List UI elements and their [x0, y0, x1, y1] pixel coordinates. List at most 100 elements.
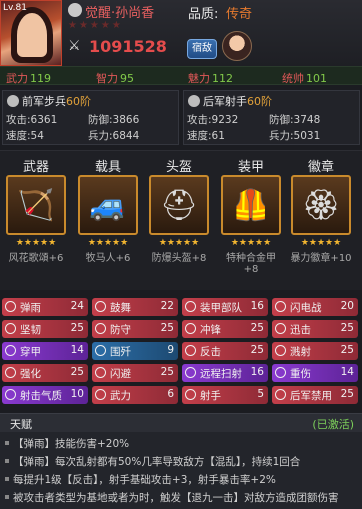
army-rear-panel[interactable]: 后军射手60阶 攻击:9232 防御:3748 速度:61 兵力:5031: [183, 90, 360, 145]
talent-count: 25: [340, 388, 354, 400]
equipment-slot[interactable]: 徽章 🏵 ★★★★★ 暴力徽章+10: [290, 156, 352, 264]
talent-count: 24: [70, 300, 84, 312]
talent-icon: [185, 345, 196, 356]
equipment-stars: ★★★★★: [87, 238, 129, 248]
equipment-stars: ★★★★★: [158, 238, 200, 248]
talent-item[interactable]: 穿甲 14: [2, 342, 88, 360]
talent-item[interactable]: 坚韧 25: [2, 320, 88, 338]
talent-item[interactable]: 防守 25: [92, 320, 178, 338]
equipment-slot-label: 装甲: [237, 160, 264, 175]
army-front-speed: 速度:54: [6, 130, 44, 142]
talent-item[interactable]: 反击 25: [182, 342, 268, 360]
talent-icon: [185, 367, 196, 378]
talent-item[interactable]: 冲锋 25: [182, 320, 268, 338]
equipment-slot-label: 武器: [22, 160, 49, 175]
talent-name: 闪避: [110, 368, 131, 380]
talent-item[interactable]: 迅击 25: [272, 320, 358, 338]
talent-icon: [185, 323, 196, 334]
talent-count: 5: [257, 388, 264, 400]
talent-item[interactable]: 强化 25: [2, 364, 88, 382]
attribute-bar: 武力 119 智力 95 魅力 112 统帅 101: [0, 66, 362, 85]
army-front-panel[interactable]: 前军步兵60阶 攻击:6361 防御:3866 速度:54 兵力:6844: [2, 90, 179, 145]
equipment-stars: ★★★★★: [230, 238, 272, 248]
talent-icon: [95, 323, 106, 334]
tianfu-status: (已激活): [312, 418, 354, 431]
portrait-face: [17, 13, 47, 57]
hero-name: 觉醒·孙尚香: [85, 6, 155, 21]
fate-button[interactable]: 宿敌: [187, 39, 217, 59]
equipment-stars: ★★★★★: [300, 238, 342, 248]
talent-icon: [275, 367, 286, 378]
vehicle-icon[interactable]: 🚙: [78, 175, 138, 235]
helmet-icon[interactable]: ⛑: [149, 175, 209, 235]
bow-icon[interactable]: 🏹: [6, 175, 66, 235]
talent-name: 远程扫射: [200, 368, 242, 380]
talent-item[interactable]: 鼓舞 22: [92, 298, 178, 316]
sword-icon: ⚔: [68, 38, 81, 54]
talent-name: 射击气质: [20, 390, 62, 402]
talent-count: 25: [340, 344, 354, 356]
talent-icon: [5, 367, 16, 378]
talent-item[interactable]: 围歼 9: [92, 342, 178, 360]
army-rear-speed: 速度:61: [187, 130, 225, 142]
talent-item[interactable]: 重伤 14: [272, 364, 358, 382]
talent-name: 穿甲: [20, 346, 41, 358]
talent-item[interactable]: 远程扫射 16: [182, 364, 268, 382]
talent-item[interactable]: 闪电战 20: [272, 298, 358, 316]
talent-name: 反击: [200, 346, 221, 358]
equipment-slot-label: 载具: [94, 160, 121, 175]
talent-item[interactable]: 闪避 25: [92, 364, 178, 382]
talent-name: 强化: [20, 368, 41, 380]
equipment-slot[interactable]: 武器 🏹 ★★★★★ 风花歌頌+6: [5, 156, 67, 264]
army-front-attack: 攻击:6361: [6, 114, 58, 126]
equipment-slot-label: 头盔: [165, 160, 192, 175]
talent-icon: [95, 345, 106, 356]
equipment-slot[interactable]: 装甲 🦺 ★★★★★ 特种合金甲+8: [220, 156, 282, 275]
talent-name: 溅射: [290, 346, 311, 358]
talent-item[interactable]: 溅射 25: [272, 342, 358, 360]
talent-name: 重伤: [290, 368, 311, 380]
quality-label: 品质:: [188, 7, 219, 22]
talent-item[interactable]: 后军禁用 25: [272, 386, 358, 404]
talent-count: 6: [167, 388, 174, 400]
tianfu-line: 被攻击者类型为基地或者为时，触发【退九一击】对敌方造成团额伤害: [5, 490, 339, 505]
armor-icon[interactable]: 🦺: [221, 175, 281, 235]
talent-name: 弹雨: [20, 302, 41, 314]
equipment-name: 暴力徽章+10: [290, 253, 352, 264]
equipment-slot[interactable]: 头盔 ⛑ ★★★★★ 防爆头盔+8: [148, 156, 210, 264]
talent-icon: [275, 345, 286, 356]
talent-item[interactable]: 射击气质 10: [2, 386, 88, 404]
hero-stars: ★★★★★: [68, 20, 123, 31]
talent-icon: [275, 389, 286, 400]
talent-name: 围歼: [110, 346, 131, 358]
talent-icon: [95, 389, 106, 400]
companion-avatar[interactable]: [222, 31, 252, 61]
equipment-slot[interactable]: 载具 🚙 ★★★★★ 牧马人+6: [77, 156, 139, 264]
quality-value: 传奇: [226, 7, 253, 22]
talent-item[interactable]: 射手 5: [182, 386, 268, 404]
hero-portrait[interactable]: Lv.81: [0, 0, 62, 66]
talent-item[interactable]: 弹雨 24: [2, 298, 88, 316]
talent-count: 25: [160, 366, 174, 378]
hero-header: Lv.81 觉醒·孙尚香 ★★★★★ ⚔ 1091528 品质: 传奇 宿敌: [0, 0, 362, 66]
talent-item[interactable]: 武力 6: [92, 386, 178, 404]
talent-icon: [275, 323, 286, 334]
talent-count: 25: [250, 322, 264, 334]
talent-count: 16: [250, 300, 264, 312]
badge-icon[interactable]: 🏵: [291, 175, 351, 235]
equipment-slot-label: 徽章: [307, 160, 334, 175]
combat-power: 1091528: [89, 37, 167, 56]
archer-icon: [188, 95, 200, 107]
talent-name: 防守: [110, 324, 131, 336]
talent-item[interactable]: 装甲部队 16: [182, 298, 268, 316]
infantry-icon: [7, 95, 19, 107]
army-front-title: 前军步兵60阶: [7, 93, 91, 109]
talent-name: 迅击: [290, 324, 311, 336]
equipment-name: 特种合金甲+8: [226, 253, 276, 275]
talent-icon: [185, 389, 196, 400]
talent-count: 16: [250, 366, 264, 378]
talent-grid: 弹雨 24 鼓舞 22 装甲部队 16 闪电战 20 坚韧 25 防守 25 冲锋 25 迅击 25 穿甲 14 围…: [0, 296, 362, 414]
tianfu-line: 【弹雨】每次乱射都有50%几率导致敌方【混乱】，持续1回合: [5, 454, 300, 469]
talent-icon: [5, 301, 16, 312]
talent-count: 22: [160, 300, 174, 312]
